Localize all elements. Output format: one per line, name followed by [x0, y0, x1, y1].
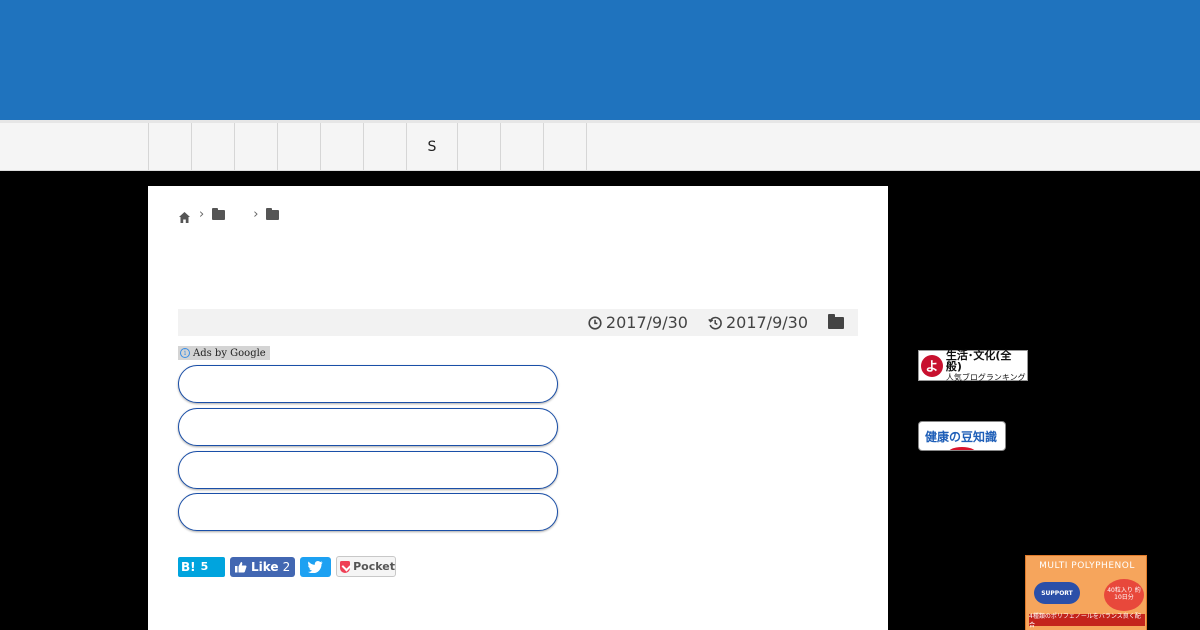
article-card: › › 2017/9/30 2017/9/30 i Ads by Google … — [148, 186, 888, 630]
folder-icon[interactable] — [266, 208, 280, 220]
product-logo: SUPPORT — [1034, 582, 1080, 604]
product-caption: 4種類のポリフェノールをバランス良く配合 — [1029, 613, 1145, 629]
ranking-banner-title: 生活･文化(全般) — [945, 348, 1012, 373]
twitter-bird-icon — [308, 560, 323, 573]
nav-menu: S — [148, 123, 587, 170]
hatena-icon: B! — [181, 559, 196, 574]
product-title: MULTI POLYPHENOL — [1039, 561, 1135, 571]
breadcrumb-separator: › — [199, 207, 205, 222]
pocket-button[interactable]: Pocket — [336, 556, 396, 577]
nav-item-6[interactable] — [364, 123, 407, 170]
nav-item-9[interactable] — [501, 123, 544, 170]
twitter-share-button[interactable] — [300, 556, 331, 577]
share-buttons: B! 5 Like 2 Pocket — [178, 556, 396, 577]
nav-item-7[interactable]: S — [407, 123, 458, 170]
banner-decoration — [947, 447, 977, 450]
ad-link-button-2[interactable] — [178, 408, 558, 446]
nav-item-10[interactable] — [544, 123, 587, 170]
nav-item-8[interactable] — [458, 123, 501, 170]
blog-ranking-banner[interactable]: よ 生活･文化(全般) 人気ブログランキング — [918, 350, 1028, 381]
site-header — [0, 0, 1200, 120]
clock-icon — [588, 315, 602, 330]
hatena-count: 5 — [200, 560, 209, 573]
thumbs-up-icon — [235, 561, 247, 572]
ad-link-button-4[interactable] — [178, 493, 558, 531]
health-tips-banner[interactable]: 健康の豆知識 — [918, 421, 1006, 451]
ad-link-button-3[interactable] — [178, 451, 558, 489]
nav-item-5[interactable] — [321, 123, 364, 170]
nav-item-1[interactable] — [149, 123, 192, 170]
nav-item-2[interactable] — [192, 123, 235, 170]
product-badge: 40粒入り 約10日分 — [1104, 579, 1144, 611]
nav-item-4[interactable] — [278, 123, 321, 170]
category-folder-icon[interactable] — [828, 313, 844, 329]
pocket-label: Pocket — [353, 560, 395, 573]
pocket-icon — [340, 560, 351, 573]
history-icon — [708, 316, 722, 329]
facebook-like-button[interactable]: Like 2 — [230, 556, 295, 577]
published-date: 2017/9/30 — [588, 313, 688, 332]
breadcrumb-separator: › — [253, 207, 259, 222]
ranking-logo-icon: よ — [921, 354, 943, 377]
nav-item-3[interactable] — [235, 123, 278, 170]
global-nav: S — [0, 120, 1200, 171]
ads-by-google-label[interactable]: i Ads by Google — [178, 346, 270, 360]
ad-link-button-1[interactable] — [178, 365, 558, 403]
folder-icon[interactable] — [212, 208, 226, 220]
like-count: 2 — [282, 559, 291, 574]
like-label: Like — [251, 559, 279, 574]
info-icon: i — [180, 348, 190, 358]
breadcrumb: › › — [178, 207, 280, 223]
health-tips-banner-text: 健康の豆知識 — [925, 430, 998, 444]
hatena-bookmark-button[interactable]: B! 5 — [178, 556, 225, 577]
home-icon[interactable] — [178, 209, 191, 223]
updated-date: 2017/9/30 — [708, 313, 808, 332]
ads-label-text: Ads by Google — [193, 347, 266, 359]
product-ad-image[interactable]: MULTI POLYPHENOL SUPPORT 40粒入り 約10日分 4種類… — [1025, 555, 1147, 630]
ranking-banner-subtitle: 人気ブログランキング — [945, 372, 1026, 382]
post-meta: 2017/9/30 2017/9/30 — [178, 309, 858, 336]
